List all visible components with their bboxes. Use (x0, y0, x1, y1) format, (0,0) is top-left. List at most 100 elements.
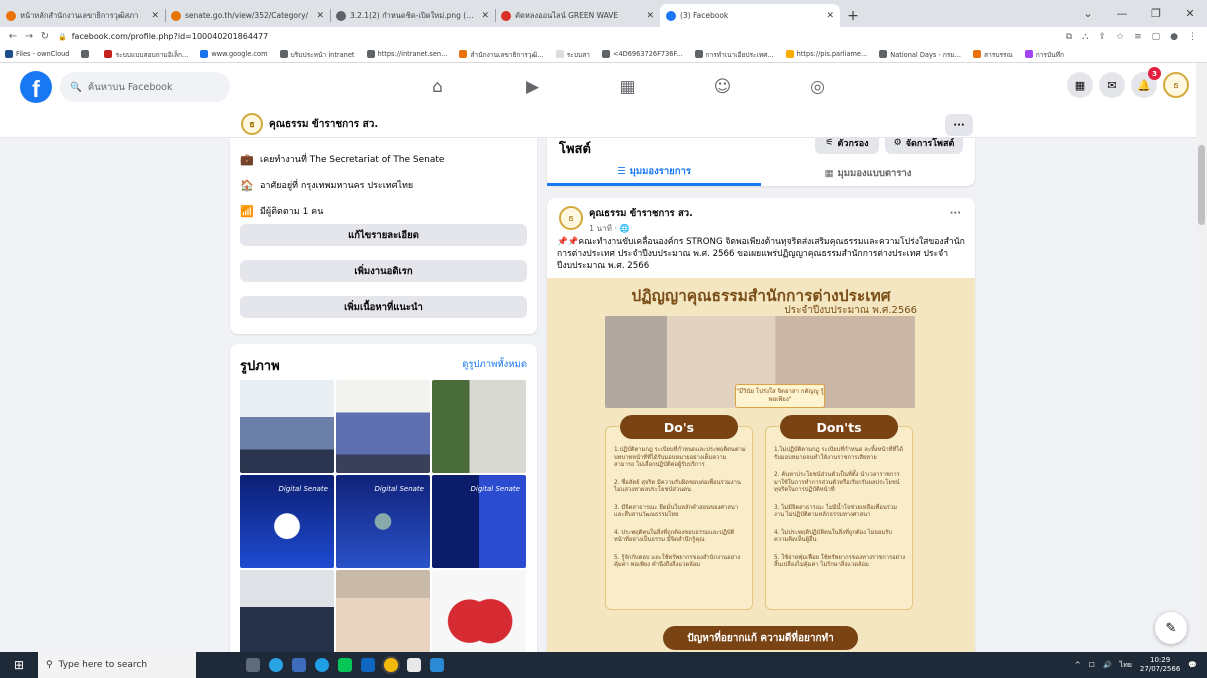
post-author-avatar[interactable]: ธ (559, 206, 583, 230)
restore-button[interactable]: ❐ (1139, 7, 1173, 20)
photo-thumbnail[interactable]: Digital Senate (432, 475, 526, 568)
new-tab-button[interactable]: + (840, 4, 866, 27)
post-timestamp[interactable]: 1 นาที · 🌐 (589, 222, 693, 235)
scrollbar-thumb[interactable] (1198, 145, 1205, 225)
acrobat-icon[interactable] (407, 658, 421, 672)
tab-search-icon[interactable]: ⌄ (1071, 7, 1105, 20)
line-icon[interactable] (338, 658, 352, 672)
tray-chevron-icon[interactable]: ^ (1075, 661, 1081, 669)
reload-icon[interactable]: ↻ (38, 31, 52, 42)
photo-thumbnail[interactable] (336, 380, 430, 473)
photo-thumbnail[interactable]: Digital Senate (240, 475, 334, 568)
profile-sticky-bar: ธ คุณธรรม ข้าราชการ สว. ··· (0, 111, 1196, 138)
close-tab-icon[interactable]: ✕ (646, 11, 654, 21)
bookmark-item[interactable]: https://intranet.sen... (366, 50, 447, 58)
bookmark-item[interactable]: ระบบแบบสอบถามอิเล็ก... (104, 49, 188, 60)
share-icon[interactable]: ⇪ (1098, 32, 1106, 42)
browser-tab-active[interactable]: (3) Facebook ✕ (660, 4, 840, 27)
profile-icon[interactable]: ● (1170, 32, 1178, 42)
bookmark-item[interactable]: บริบประหน้า intranet (279, 49, 355, 60)
close-window-button[interactable]: ✕ (1173, 7, 1207, 20)
outlook-icon[interactable] (361, 658, 375, 672)
forward-arrow-icon[interactable]: → (22, 31, 36, 42)
filter-button[interactable]: ⚟ ตัวกรอง (815, 138, 879, 154)
windows-start-icon[interactable]: ⊞ (0, 658, 38, 672)
bookmark-item[interactable]: สารบรรณ (973, 49, 1013, 60)
volume-icon[interactable]: 🔊 (1103, 661, 1112, 669)
bookmark-item[interactable]: Files - ownCloud (5, 50, 69, 58)
post-author-name[interactable]: คุณธรรม ข้าราชการ สว. (589, 206, 693, 221)
profile-sticky-identity[interactable]: ธ คุณธรรม ข้าราชการ สว. (241, 113, 378, 135)
browser-tab[interactable]: 3.2.1(2) กำหนดชิด-เปิดใหม่.png (84) ✕ (330, 4, 495, 27)
bookmark-item[interactable]: ระบบสา (555, 49, 590, 60)
store-icon[interactable] (292, 658, 306, 672)
back-arrow-icon[interactable]: ← (6, 31, 20, 42)
groups-icon[interactable]: ☺ (675, 63, 770, 111)
network-icon[interactable]: ☐ (1089, 661, 1095, 669)
bookmark-item[interactable]: National Days - กรม... (879, 49, 961, 60)
profile-avatar: ธ (241, 113, 263, 135)
profile-more-button[interactable]: ··· (945, 114, 973, 136)
post-author: ธ คุณธรรม ข้าราชการ สว. 1 นาที · 🌐 (559, 206, 693, 235)
marketplace-icon[interactable]: ▦ (580, 63, 675, 111)
language-indicator[interactable]: ไทย (1120, 660, 1132, 671)
reading-list-icon[interactable]: ≡ (1134, 32, 1142, 42)
home-icon[interactable]: ⌂ (390, 63, 485, 111)
bookmark-item[interactable]: <4D6963726F736F... (601, 50, 683, 58)
minimize-button[interactable]: — (1105, 7, 1139, 20)
facebook-search-input[interactable]: 🔍 ค้นหาบน Facebook (60, 72, 230, 102)
watch-icon[interactable]: ▶ (485, 63, 580, 111)
facebook-logo-icon[interactable]: f (20, 71, 52, 103)
bookmark-star-icon[interactable]: ☆ (1116, 32, 1124, 42)
photo-thumbnail[interactable] (336, 570, 430, 652)
account-avatar[interactable]: ธ (1163, 72, 1189, 98)
browser-tab[interactable]: หน้าหลักสำนักงานเลขาธิการวุฒิสภา ✕ (0, 4, 165, 27)
messenger-button[interactable]: ✉ (1099, 72, 1125, 98)
edit-details-button[interactable]: แก้ไขรายละเอียด (240, 224, 527, 246)
post-image[interactable]: ปฏิญญาคุณธรรมสำนักการต่างประเทศ ประจำปีง… (547, 278, 975, 652)
close-tab-icon[interactable]: ✕ (481, 11, 489, 21)
bookmark-item[interactable]: การบันทึก (1024, 49, 1064, 60)
bookmark-item[interactable]: https://pis.parliame... (785, 50, 867, 58)
manage-posts-button[interactable]: ⚙ จัดการโพสต์ (885, 138, 963, 154)
ie-icon[interactable] (315, 658, 329, 672)
menu-kebab-icon[interactable]: ⋮ (1188, 32, 1197, 42)
intro-item-followers[interactable]: 📶 มีผู้ติดตาม 1 คน (230, 198, 537, 224)
photo-thumbnail[interactable] (432, 570, 526, 652)
translate-icon[interactable]: ⛬ (1082, 32, 1088, 42)
close-tab-icon[interactable]: ✕ (826, 11, 834, 21)
close-tab-icon[interactable]: ✕ (151, 11, 159, 21)
new-message-button[interactable]: ✎ (1155, 612, 1187, 644)
add-featured-button[interactable]: เพิ่มเนื้อหาที่แนะนำ (240, 296, 527, 318)
chrome-icon[interactable] (384, 658, 398, 672)
see-all-photos-link[interactable]: ดูรูปภาพทั้งหมด (462, 357, 527, 372)
url-field[interactable]: 🔒 facebook.com/profile.php?id=10004020186… (58, 32, 1066, 41)
bookmark-item[interactable]: การทำเนาเอียประเทศ... (694, 49, 774, 60)
edge-icon[interactable] (269, 658, 283, 672)
install-icon[interactable]: ⧉ (1066, 32, 1072, 42)
photo-thumbnail[interactable]: Digital Senate (336, 475, 430, 568)
post-options-button[interactable]: ··· (950, 208, 961, 219)
notifications-button[interactable]: 🔔 3 (1131, 67, 1161, 98)
tab-list-view[interactable]: ☰ มุมมองรายการ (547, 160, 761, 186)
task-view-icon[interactable] (246, 658, 260, 672)
bookmark-item[interactable]: สำนักงานเลขาธิการวุฒิ... (459, 49, 544, 60)
gaming-icon[interactable]: ◎ (770, 63, 865, 111)
browser-tab[interactable]: senate.go.th/view/352/Category/✕ (165, 4, 330, 27)
close-tab-icon[interactable]: ✕ (316, 11, 324, 21)
notification-center-icon[interactable]: 💬 (1188, 661, 1197, 669)
taskbar-search-box[interactable]: ⚲ Type here to search (38, 652, 196, 678)
add-hobbies-button[interactable]: เพิ่มงานอดิเรก (240, 260, 527, 282)
photo-thumbnail[interactable] (240, 570, 334, 652)
photo-thumbnail[interactable] (432, 380, 526, 473)
menu-grid-button[interactable]: ▦ (1067, 72, 1093, 98)
taskbar-clock[interactable]: 10:29 27/07/2566 (1140, 656, 1180, 674)
tab-grid-view[interactable]: ▦ มุมมองแบบตาราง (761, 160, 975, 186)
browser-tab[interactable]: คัดหลงออนไลน์ GREEN WAVE ✕ (495, 4, 660, 27)
vscode-icon[interactable] (430, 658, 444, 672)
bookmark-item[interactable] (81, 50, 92, 58)
page-scrollbar[interactable] (1196, 63, 1207, 652)
photo-thumbnail[interactable] (240, 380, 334, 473)
side-panel-icon[interactable]: ▢ (1152, 32, 1161, 42)
bookmark-item[interactable]: www.google.com (200, 50, 268, 58)
